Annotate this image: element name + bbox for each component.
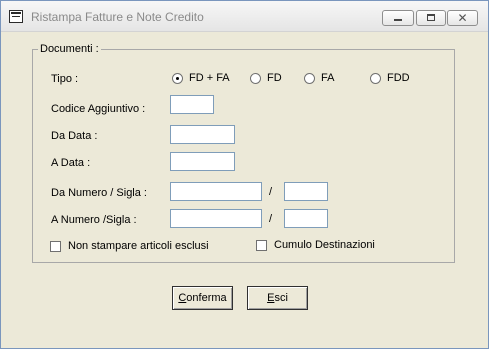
- da-sigla-separator: /: [269, 186, 273, 198]
- conferma-button[interactable]: Conferma: [172, 286, 233, 310]
- close-button[interactable]: ✕: [447, 10, 478, 26]
- minimize-button[interactable]: [382, 10, 414, 26]
- a-data-label: A Data :: [51, 157, 91, 169]
- window-title: Ristampa Fatture e Note Credito: [31, 10, 204, 24]
- app-icon: [9, 10, 23, 23]
- codice-aggiuntivo-input[interactable]: [170, 95, 214, 114]
- title-bar[interactable]: Ristampa Fatture e Note Credito ✕: [1, 1, 488, 32]
- esci-label: sci: [274, 292, 288, 304]
- da-data-input[interactable]: [170, 125, 235, 144]
- radio-fdd-dot[interactable]: [370, 72, 381, 84]
- radio-fd-dot[interactable]: [250, 72, 261, 84]
- tipo-label: Tipo :: [51, 73, 79, 85]
- da-data-label: Da Data :: [51, 130, 98, 142]
- radio-fd-fa-label: FD + FA: [189, 72, 230, 84]
- a-data-input[interactable]: [170, 152, 235, 171]
- a-sigla-input[interactable]: [284, 209, 328, 228]
- radio-fa-label: FA: [321, 72, 335, 84]
- a-sigla-separator: /: [269, 213, 273, 225]
- da-sigla-input[interactable]: [284, 182, 328, 201]
- cumulo-checkbox[interactable]: Cumulo Destinazioni: [256, 238, 375, 252]
- non-stampare-label: Non stampare articoli esclusi: [68, 240, 209, 252]
- da-numero-input[interactable]: [170, 182, 262, 201]
- maximize-button[interactable]: [416, 10, 446, 26]
- radio-fd-fa[interactable]: FD + FA: [172, 71, 230, 85]
- close-icon: ✕: [457, 11, 468, 25]
- radio-fd-label: FD: [267, 72, 282, 84]
- cumulo-label: Cumulo Destinazioni: [274, 239, 375, 251]
- da-numero-label: Da Numero / Sigla :: [51, 187, 147, 199]
- a-numero-input[interactable]: [170, 209, 262, 228]
- a-numero-label: A Numero /Sigla :: [51, 214, 137, 226]
- minimize-icon: [394, 19, 402, 21]
- non-stampare-box[interactable]: [50, 240, 61, 252]
- maximize-icon: [427, 14, 435, 21]
- conferma-label: onferma: [186, 292, 227, 304]
- cumulo-box[interactable]: [256, 239, 267, 251]
- radio-fa-dot[interactable]: [304, 72, 315, 84]
- radio-fa[interactable]: FA: [304, 71, 334, 85]
- radio-fd[interactable]: FD: [250, 71, 282, 85]
- non-stampare-checkbox[interactable]: Non stampare articoli esclusi: [50, 239, 209, 253]
- radio-fdd[interactable]: FDD: [370, 71, 410, 85]
- codice-aggiuntivo-label: Codice Aggiuntivo :: [51, 103, 146, 115]
- esci-button[interactable]: Esci: [247, 286, 308, 310]
- radio-fd-fa-dot[interactable]: [172, 72, 183, 84]
- documenti-legend: Documenti :: [38, 43, 101, 55]
- radio-fdd-label: FDD: [387, 72, 410, 84]
